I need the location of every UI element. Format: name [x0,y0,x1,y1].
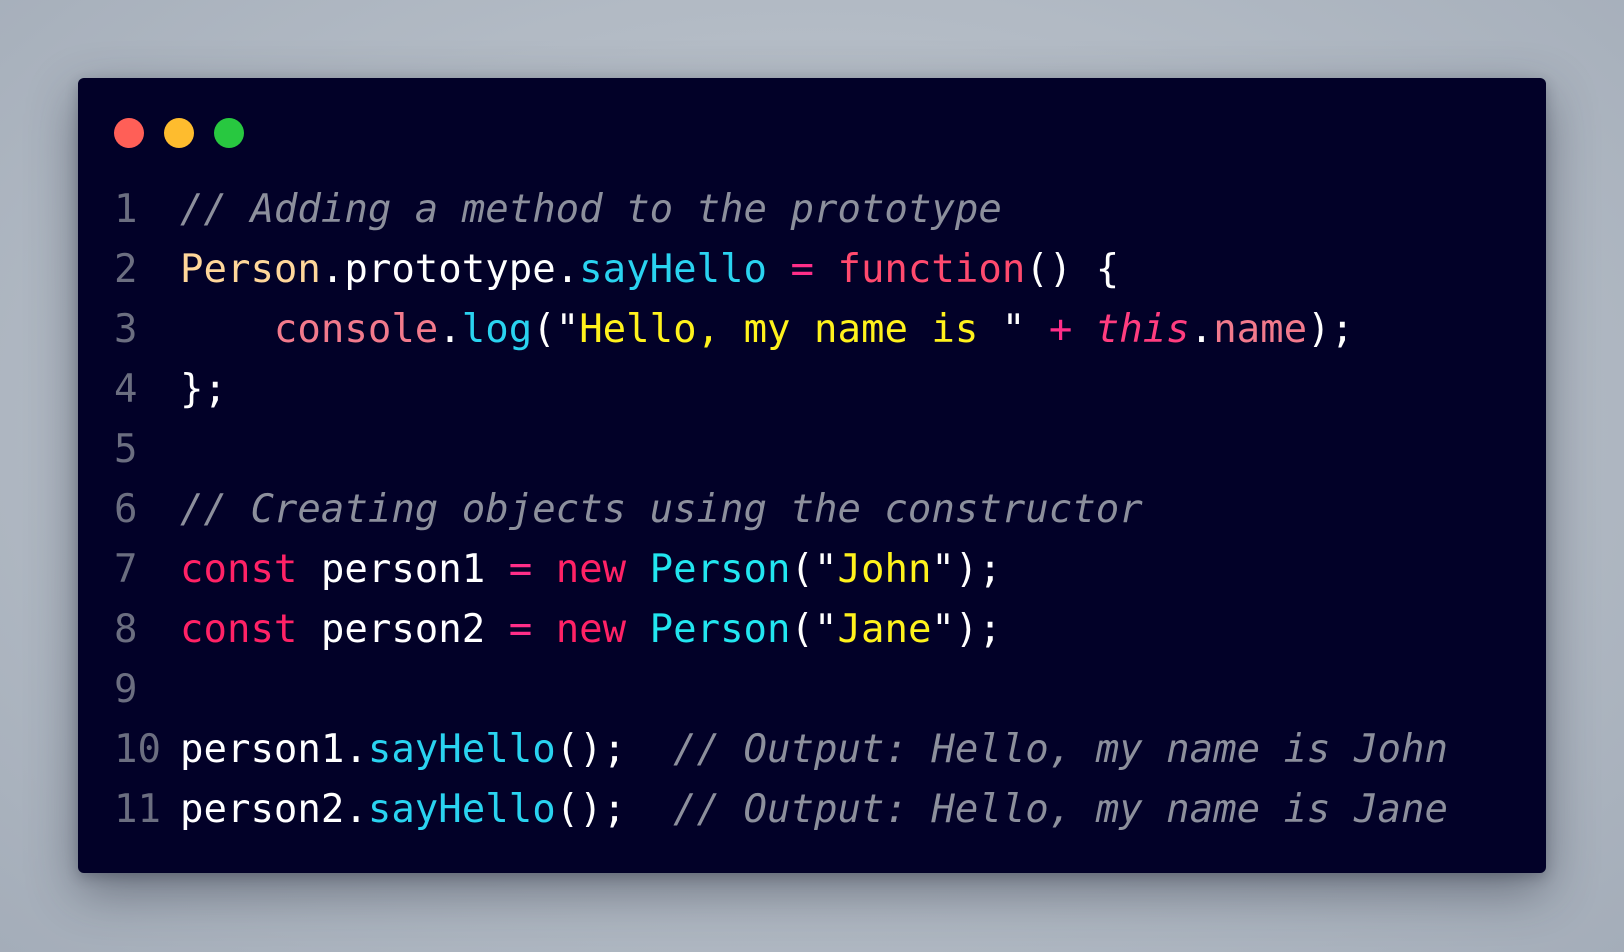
code-token-plain: "); [931,607,1002,652]
code-token-plain: (" [532,307,580,352]
code-token-ctor: Person [649,547,791,592]
code-token-plain: person2. [180,787,368,832]
code-token-plain: " [1001,307,1049,352]
line-number: 6 [114,487,138,532]
code-token-str: Jane [837,607,932,652]
line-number: 5 [114,427,138,472]
close-dot-icon[interactable] [114,118,144,148]
code-token-obj: console [273,307,439,352]
code-token-comment: // Creating objects using the constructo… [180,487,1143,532]
code-token-comment: // Output: Hello, my name is Jane [673,787,1448,832]
line-content [180,420,1526,480]
line-content: console.log("Hello, my name is " + this.… [180,300,1526,360]
code-line: 10 person1.sayHello(); // Output: Hello, … [114,720,1526,780]
code-token-plain: (" [790,607,838,652]
code-token-str: John [837,547,932,592]
line-number: 10 [114,727,161,772]
code-token-plain: person1 [297,547,509,592]
code-token-op: = [508,607,533,652]
code-line: 3 console.log("Hello, my name is " + thi… [114,300,1526,360]
code-block: 1 // Adding a method to the prototype 2 Per… [114,180,1526,840]
code-token-plain: (" [790,547,838,592]
line-number: 3 [114,307,138,352]
code-token-op: = [790,247,814,292]
line-number: 1 [114,187,138,232]
line-number: 7 [114,547,138,592]
code-token-plain: person2 [297,607,509,652]
line-content: // Creating objects using the constructo… [180,480,1526,540]
line-content [180,660,1526,720]
code-line: 11 person2.sayHello(); // Output: Hello, … [114,780,1526,840]
line-number: 11 [114,787,161,832]
line-content: }; [180,360,1526,420]
code-token-fn: function [837,247,1026,292]
minimize-dot-icon[interactable] [164,118,194,148]
code-line: 6 // Creating objects using the construct… [114,480,1526,540]
window-controls [114,118,244,148]
code-token-plain: person1. [180,727,368,772]
code-token-plain: (); [555,787,674,832]
line-number: 9 [114,667,138,712]
code-token-str: Hello, my name is [579,307,1002,352]
code-token-method: sayHello [367,787,556,832]
maximize-dot-icon[interactable] [214,118,244,148]
code-token-plain: ); [1307,307,1355,352]
code-token-plain: () { [1025,247,1120,292]
code-token-plain: "); [931,547,1002,592]
code-line: 1 // Adding a method to the prototype [114,180,1526,240]
code-token-plain: (); [555,727,674,772]
code-token-plain: . [1189,307,1214,352]
code-token-kw: new [555,547,627,592]
code-token-method: sayHello [367,727,556,772]
code-line: 4}; [114,360,1526,420]
code-token-op: = [508,547,533,592]
code-window: 1 // Adding a method to the prototype 2 Per… [78,78,1546,873]
code-line: 9 [114,660,1526,720]
code-token-cls: Person [180,247,321,292]
code-token-comment: // Output: Hello, my name is John [673,727,1448,772]
code-token-comment: // Adding a method to the prototype [180,187,1002,232]
code-token-prop: name [1213,307,1308,352]
line-number: 8 [114,607,138,652]
line-content: const person1 = new Person("John"); [180,540,1526,600]
line-content: person1.sayHello(); // Output: Hello, my… [180,720,1526,780]
line-content: const person2 = new Person("Jane"); [180,600,1526,660]
code-token-method: sayHello [579,247,768,292]
code-token-thiskw: this [1095,307,1190,352]
line-content: // Adding a method to the prototype [180,180,1526,240]
line-content: Person.prototype.sayHello = function() { [180,240,1526,300]
line-number: 2 [114,247,138,292]
code-line: 2 Person.prototype.sayHello = function() … [114,240,1526,300]
code-token-kw: const [180,547,298,592]
code-line: 7 const person1 = new Person("John"); [114,540,1526,600]
code-token-ctor: Person [649,607,791,652]
code-token-plain: . [438,307,462,352]
code-line: 5 [114,420,1526,480]
code-token-kw: const [180,607,298,652]
code-token-method: log [461,307,533,352]
code-token-plain: }; [180,367,227,412]
line-number: 4 [114,367,138,412]
code-token-kw: new [555,607,627,652]
line-content: person2.sayHello(); // Output: Hello, my… [180,780,1526,840]
code-line: 8 const person2 = new Person("Jane"); [114,600,1526,660]
code-token-plain: .prototype. [320,247,580,292]
code-token-op: + [1048,307,1073,352]
